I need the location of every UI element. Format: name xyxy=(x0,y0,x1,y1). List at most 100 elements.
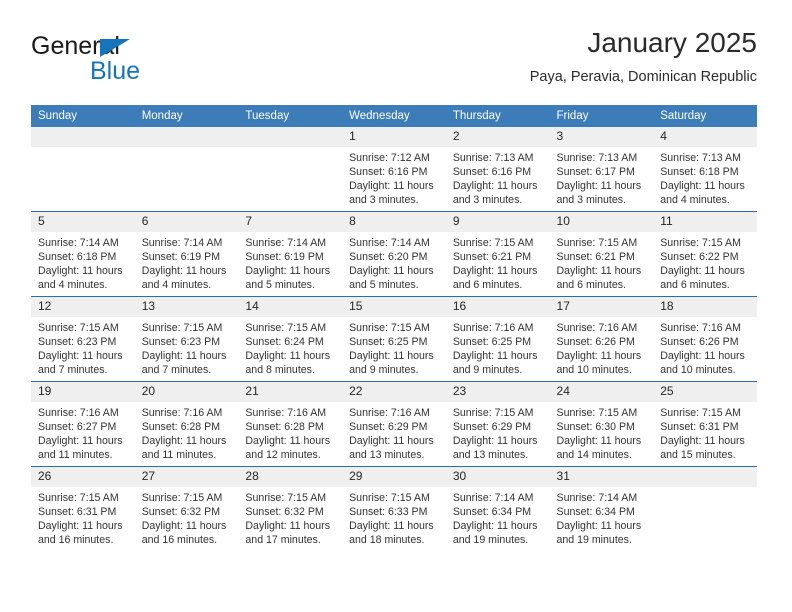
day-sun-info-line: Sunset: 6:34 PM xyxy=(556,506,635,519)
day-sun-info-line: Sunrise: 7:15 AM xyxy=(660,407,741,419)
day-sun-info-line: Sunset: 6:31 PM xyxy=(38,506,117,519)
calendar-day-cell[interactable]: 13 Sunrise: 7:15 AM Sunset: 6:23 PM Dayligh… xyxy=(134,296,239,382)
day-sun-info-line: Sunset: 6:29 PM xyxy=(349,421,428,434)
day-sun-info-line: Sunset: 6:27 PM xyxy=(38,421,117,434)
day-sun-info-line: Daylight: 11 hours xyxy=(245,435,331,448)
day-sun-info-line: Daylight: 11 hours xyxy=(245,520,331,533)
calendar-day-cell[interactable]: 8 Sunrise: 7:14 AM Sunset: 6:20 PM Daylight… xyxy=(342,211,446,297)
weekday-header-wednesday: Wednesday xyxy=(342,105,446,127)
weekday-header-thursday: Thursday xyxy=(445,105,550,127)
day-sun-info-line: and 4 minutes. xyxy=(660,194,730,207)
day-number: 26 xyxy=(31,467,135,487)
page-title: January 2025 xyxy=(587,27,757,58)
day-sun-info: Sunrise: 7:14 AM Sunset: 6:19 PM Daylight:… xyxy=(135,232,239,292)
calendar-day-cell[interactable]: 9 Sunrise: 7:15 AM Sunset: 6:21 PM Daylight… xyxy=(445,211,550,297)
weekday-header-friday: Friday xyxy=(549,105,654,127)
calendar-day-cell[interactable]: 25 Sunrise: 7:15 AM Sunset: 6:31 PM Dayligh… xyxy=(653,381,757,467)
calendar-week-row: 5 Sunrise: 7:14 AM Sunset: 6:18 PM Daylight… xyxy=(31,211,757,297)
calendar-day-cell[interactable]: 1 Sunrise: 7:12 AM Sunset: 6:16 PM Daylight… xyxy=(342,127,446,212)
calendar-day-cell[interactable]: 30 Sunrise: 7:14 AM Sunset: 6:34 PM Dayligh… xyxy=(445,466,550,551)
day-sun-info-line: and 17 minutes. xyxy=(245,534,321,547)
day-sun-info-line: Sunrise: 7:15 AM xyxy=(556,407,638,419)
day-sun-info-line: and 15 minutes. xyxy=(660,449,736,462)
day-number xyxy=(134,127,239,147)
calendar-day-cell[interactable]: 28 Sunrise: 7:15 AM Sunset: 6:32 PM Dayligh… xyxy=(238,466,343,551)
calendar-day-cell[interactable]: 27 Sunrise: 7:15 AM Sunset: 6:32 PM Dayligh… xyxy=(134,466,239,551)
day-sun-info-line: and 19 minutes. xyxy=(452,534,529,547)
day-sun-info-line: Daylight: 11 hours xyxy=(141,435,227,448)
calendar-empty-cell xyxy=(238,127,343,212)
day-sun-info-line: Sunrise: 7:13 AM xyxy=(660,152,741,164)
day-sun-info-line: Sunset: 6:34 PM xyxy=(452,506,532,519)
calendar-day-cell[interactable]: 17 Sunrise: 7:16 AM Sunset: 6:26 PM Dayligh… xyxy=(549,296,654,382)
calendar-day-cell[interactable]: 19 Sunrise: 7:16 AM Sunset: 6:27 PM Dayligh… xyxy=(31,381,135,467)
calendar-day-cell[interactable]: 26 Sunrise: 7:15 AM Sunset: 6:31 PM Dayligh… xyxy=(31,466,135,551)
calendar-day-cell[interactable]: 29 Sunrise: 7:15 AM Sunset: 6:33 PM Dayligh… xyxy=(342,466,446,551)
calendar-day-cell[interactable]: 23 Sunrise: 7:15 AM Sunset: 6:29 PM Dayligh… xyxy=(445,381,550,467)
calendar-day-cell[interactable]: 24 Sunrise: 7:15 AM Sunset: 6:30 PM Dayligh… xyxy=(549,381,654,467)
day-sun-info: Sunrise: 7:15 AM Sunset: 6:30 PM Daylight:… xyxy=(550,402,654,462)
day-sun-info-line: Daylight: 11 hours xyxy=(141,520,227,533)
day-sun-info: Sunrise: 7:16 AM Sunset: 6:28 PM Daylight:… xyxy=(238,402,342,462)
day-sun-info-line: and 8 minutes. xyxy=(245,364,315,377)
day-sun-info: Sunrise: 7:16 AM Sunset: 6:27 PM Daylight:… xyxy=(31,402,135,462)
day-number: 19 xyxy=(31,382,135,402)
calendar-day-cell[interactable]: 3 Sunrise: 7:13 AM Sunset: 6:17 PM Daylight… xyxy=(549,127,654,212)
day-sun-info-line: Sunset: 6:21 PM xyxy=(452,251,532,264)
day-sun-info-line: Sunset: 6:16 PM xyxy=(349,166,428,179)
calendar-page: General Blue January 2025 Paya, Peravia,… xyxy=(0,0,792,612)
calendar-day-cell[interactable]: 10 Sunrise: 7:15 AM Sunset: 6:21 PM Dayligh… xyxy=(549,211,654,297)
day-sun-info-line: Daylight: 11 hours xyxy=(349,350,434,363)
day-number xyxy=(31,127,135,147)
day-sun-info-line: Sunrise: 7:14 AM xyxy=(141,237,223,249)
calendar-day-cell[interactable]: 20 Sunrise: 7:16 AM Sunset: 6:28 PM Dayligh… xyxy=(134,381,239,467)
day-sun-info-line: Sunset: 6:20 PM xyxy=(349,251,428,264)
day-sun-info-line: Sunset: 6:24 PM xyxy=(245,336,324,349)
day-sun-info-line: Daylight: 11 hours xyxy=(141,265,227,278)
calendar-day-cell[interactable]: 18 Sunrise: 7:16 AM Sunset: 6:26 PM Dayligh… xyxy=(653,296,757,382)
day-sun-info-line: Sunset: 6:16 PM xyxy=(452,166,532,179)
calendar-day-cell[interactable]: 12 Sunrise: 7:15 AM Sunset: 6:23 PM Dayligh… xyxy=(31,296,135,382)
day-sun-info-line: and 12 minutes. xyxy=(245,449,321,462)
day-sun-info-line: Sunrise: 7:14 AM xyxy=(38,237,119,249)
calendar-day-cell[interactable]: 4 Sunrise: 7:13 AM Sunset: 6:18 PM Daylight… xyxy=(653,127,757,212)
calendar-day-cell[interactable]: 22 Sunrise: 7:16 AM Sunset: 6:29 PM Dayligh… xyxy=(342,381,446,467)
calendar-day-cell[interactable]: 21 Sunrise: 7:16 AM Sunset: 6:28 PM Dayligh… xyxy=(238,381,343,467)
weekday-header-tuesday: Tuesday xyxy=(238,105,343,127)
day-sun-info-line: and 4 minutes. xyxy=(141,279,212,292)
day-number: 8 xyxy=(342,212,446,232)
day-sun-info-line: and 11 minutes. xyxy=(38,449,113,462)
day-sun-info-line: Daylight: 11 hours xyxy=(452,520,538,533)
calendar-day-cell[interactable]: 14 Sunrise: 7:15 AM Sunset: 6:24 PM Dayligh… xyxy=(238,296,343,382)
calendar-day-cell[interactable]: 16 Sunrise: 7:16 AM Sunset: 6:25 PM Dayligh… xyxy=(445,296,550,382)
day-number: 11 xyxy=(653,212,757,232)
calendar-day-cell[interactable]: 11 Sunrise: 7:15 AM Sunset: 6:22 PM Dayligh… xyxy=(653,211,757,297)
weekday-header-monday: Monday xyxy=(134,105,239,127)
calendar-week-row: 12 Sunrise: 7:15 AM Sunset: 6:23 PM Dayligh… xyxy=(31,296,757,382)
day-sun-info-line: Sunrise: 7:16 AM xyxy=(556,322,638,334)
day-sun-info-line: Sunrise: 7:15 AM xyxy=(660,237,741,249)
calendar-day-cell[interactable]: 7 Sunrise: 7:14 AM Sunset: 6:19 PM Daylight… xyxy=(238,211,343,297)
calendar-day-cell[interactable]: 31 Sunrise: 7:14 AM Sunset: 6:34 PM Dayligh… xyxy=(549,466,654,551)
calendar-empty-cell xyxy=(31,127,135,212)
day-sun-info-line: Sunrise: 7:15 AM xyxy=(141,492,223,504)
day-sun-info-line: Sunset: 6:22 PM xyxy=(660,251,739,264)
day-number: 30 xyxy=(445,467,550,487)
calendar-day-cell[interactable]: 15 Sunrise: 7:15 AM Sunset: 6:25 PM Dayligh… xyxy=(342,296,446,382)
day-number: 13 xyxy=(134,297,239,317)
day-sun-info: Sunrise: 7:15 AM Sunset: 6:22 PM Daylight:… xyxy=(653,232,757,292)
calendar-day-cell[interactable]: 2 Sunrise: 7:13 AM Sunset: 6:16 PM Daylight… xyxy=(445,127,550,212)
day-sun-info-line: Sunset: 6:17 PM xyxy=(556,166,635,179)
day-sun-info: Sunrise: 7:15 AM Sunset: 6:23 PM Daylight:… xyxy=(31,317,135,377)
day-number: 24 xyxy=(549,382,654,402)
calendar-day-cell[interactable]: 5 Sunrise: 7:14 AM Sunset: 6:18 PM Daylight… xyxy=(31,211,135,297)
day-sun-info-line: Sunset: 6:25 PM xyxy=(452,336,532,349)
day-sun-info-line: Daylight: 11 hours xyxy=(660,265,745,278)
day-sun-info-line: and 4 minutes. xyxy=(38,279,108,292)
day-sun-info: Sunrise: 7:14 AM Sunset: 6:20 PM Daylight:… xyxy=(342,232,446,292)
page-header: General Blue January 2025 Paya, Peravia,… xyxy=(31,26,757,98)
day-sun-info-line: and 6 minutes. xyxy=(660,279,730,292)
general-blue-logo[interactable]: General Blue xyxy=(31,32,241,90)
calendar-day-cell[interactable]: 6 Sunrise: 7:14 AM Sunset: 6:19 PM Daylight… xyxy=(134,211,239,297)
day-sun-info-line: Daylight: 11 hours xyxy=(349,520,434,533)
